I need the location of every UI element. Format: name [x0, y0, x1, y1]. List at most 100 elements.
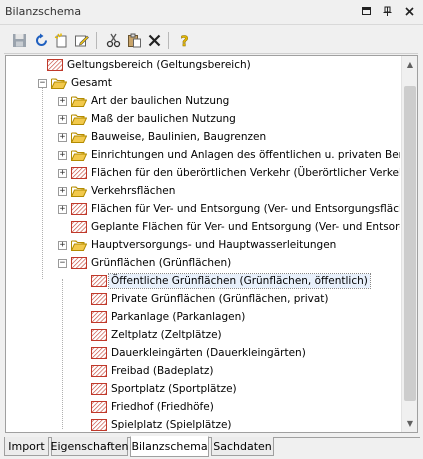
vertical-scrollbar[interactable]: ▲ ▼: [401, 56, 417, 432]
refresh-icon[interactable]: [32, 31, 50, 49]
new-icon[interactable]: [52, 31, 70, 49]
tree-node-geplante-ver-und-entsorgung[interactable]: Geplante Flächen für Ver- und Entsorgung…: [71, 218, 400, 236]
toolbar-separator: [168, 32, 169, 49]
expand-toggle[interactable]: +: [58, 97, 67, 106]
tree-node-art-der-baulichen-nutzung[interactable]: Art der baulichen Nutzung: [71, 92, 231, 110]
toolbar: ?: [4, 29, 418, 54]
tree-node-label: Freibad (Badeplatz): [111, 365, 214, 377]
cut-icon[interactable]: [104, 31, 122, 49]
tab-sachdaten[interactable]: Sachdaten: [211, 437, 274, 456]
hatched-area-icon: [91, 364, 109, 378]
tree-node-label: Spielplatz (Spielplätze): [111, 419, 232, 431]
tree-node-gesamt[interactable]: Gesamt: [51, 74, 114, 92]
svg-text:?: ?: [180, 34, 188, 48]
folder-open-icon: [51, 76, 69, 90]
tree-node-label: Parkanlage (Parkanlagen): [111, 311, 246, 323]
folder-open-icon: [71, 184, 89, 198]
tree-node-label: Gesamt: [71, 77, 112, 89]
tree-node-label: Verkehrsflächen: [91, 185, 176, 197]
hatched-area-icon: [91, 346, 109, 360]
scroll-down-icon[interactable]: ▼: [402, 415, 417, 432]
tree-node-label: Grünflächen (Grünflächen): [91, 257, 232, 269]
tree-node-einrichtungen[interactable]: Einrichtungen und Anlagen des öffentlich…: [71, 146, 400, 164]
tree-node-label: Bauweise, Baulinien, Baugrenzen: [91, 131, 267, 143]
tree-node-label: Geltungsbereich (Geltungsbereich): [67, 59, 251, 71]
expand-toggle[interactable]: +: [58, 115, 67, 124]
tree-node-label: Dauerkleingärten (Dauerkleingärten): [111, 347, 306, 359]
expand-toggle[interactable]: +: [58, 151, 67, 160]
tree-node-hauptversorgung[interactable]: Hauptversorgungs- und Hauptwasserleitung…: [71, 236, 338, 254]
title-bar: Bilanzschema: [0, 0, 423, 25]
tree-node-label: Geplante Flächen für Ver- und Entsorgung…: [91, 221, 400, 233]
tree-node-label: Maß der baulichen Nutzung: [91, 113, 236, 125]
tab-import[interactable]: Import: [4, 437, 49, 456]
tree-node-parkanlage[interactable]: Parkanlage (Parkanlagen): [91, 308, 247, 326]
collapse-toggle-gruenflaechen[interactable]: −: [58, 259, 67, 268]
window-title: Bilanzschema: [5, 5, 82, 18]
tree-node-ver-und-entsorgung[interactable]: Flächen für Ver- und Entsorgung (Ver- un…: [71, 200, 400, 218]
tree-node-zeltplatz[interactable]: Zeltplatz (Zeltplätze): [91, 326, 224, 344]
tree-node-private-gruenflaechen[interactable]: Private Grünflächen (Grünflächen, privat…: [91, 290, 331, 308]
tree-content: Geltungsbereich (Geltungsbereich) − Gesa…: [6, 56, 400, 432]
hatched-area-icon: [71, 202, 89, 216]
tree-node-bauweise[interactable]: Bauweise, Baulinien, Baugrenzen: [71, 128, 268, 146]
tree-node-dauerkleingaerten[interactable]: Dauerkleingärten (Dauerkleingärten): [91, 344, 308, 362]
scroll-thumb[interactable]: [404, 86, 416, 401]
tree-node-freibad[interactable]: Freibad (Badeplatz): [91, 362, 215, 380]
close-icon[interactable]: [402, 4, 416, 18]
tree-line: [42, 87, 43, 279]
expand-toggle[interactable]: +: [58, 187, 67, 196]
paste-icon[interactable]: [125, 31, 143, 49]
hatched-area-icon: [71, 166, 89, 180]
folder-open-icon: [71, 94, 89, 108]
hatched-area-icon: [91, 292, 109, 306]
tree-node-verkehrsflaechen[interactable]: Verkehrsflächen: [71, 182, 177, 200]
tree-node-label: Hauptversorgungs- und Hauptwasserleitung…: [91, 239, 337, 251]
bottom-tab-bar: Import Eigenschaften Bilanzschema Sachda…: [4, 436, 420, 458]
tree-node-label: Private Grünflächen (Grünflächen, privat…: [111, 293, 329, 305]
tab-eigenschaften[interactable]: Eigenschaften: [51, 437, 128, 456]
tree-node-ueberoertlicher-verkehr[interactable]: Flächen für den überörtlichen Verkehr (Ü…: [71, 164, 400, 182]
float-window-icon[interactable]: [359, 4, 373, 18]
tree-node-label: Sportplatz (Sportplätze): [111, 383, 237, 395]
expand-toggle[interactable]: +: [58, 169, 67, 178]
tree-node-label: Einrichtungen und Anlagen des öffentlich…: [91, 149, 400, 161]
tree-node-label: Art der baulichen Nutzung: [91, 95, 230, 107]
hatched-area-icon: [91, 382, 109, 396]
tab-bilanzschema[interactable]: Bilanzschema: [130, 436, 209, 457]
expand-toggle[interactable]: +: [58, 205, 67, 214]
pin-icon[interactable]: [380, 4, 394, 18]
save-icon[interactable]: [10, 31, 28, 49]
tree-line: [62, 279, 63, 429]
folder-open-icon: [71, 148, 89, 162]
tree-node-spielplatz[interactable]: Spielplatz (Spielplätze): [91, 416, 234, 432]
collapse-toggle-gesamt[interactable]: −: [38, 79, 47, 88]
hatched-area-icon: [91, 310, 109, 324]
expand-toggle[interactable]: +: [58, 133, 67, 142]
tree-node-sportplatz[interactable]: Sportplatz (Sportplätze): [91, 380, 239, 398]
tree-node-gruenflaechen[interactable]: Grünflächen (Grünflächen): [71, 254, 233, 272]
hatched-area-icon: [91, 400, 109, 414]
delete-icon[interactable]: [145, 31, 163, 49]
tree-node-label: Öffentliche Grünflächen (Grünflächen, öf…: [108, 273, 371, 289]
tree-node-oeffentliche-gruenflaechen[interactable]: Öffentliche Grünflächen (Grünflächen, öf…: [91, 272, 371, 290]
tree-node-label: Zeltplatz (Zeltplätze): [111, 329, 222, 341]
tree-node-label: Flächen für Ver- und Entsorgung (Ver- un…: [91, 203, 400, 215]
folder-open-icon: [71, 238, 89, 252]
tree-node-geltungsbereich[interactable]: Geltungsbereich (Geltungsbereich): [47, 56, 253, 74]
expand-toggle[interactable]: +: [58, 241, 67, 250]
toolbar-separator: [96, 32, 97, 49]
scroll-up-icon[interactable]: ▲: [402, 56, 417, 73]
bilanzschema-tree[interactable]: Geltungsbereich (Geltungsbereich) − Gesa…: [5, 55, 418, 433]
help-icon[interactable]: ?: [175, 31, 193, 49]
tree-node-label: Flächen für den überörtlichen Verkehr (Ü…: [91, 167, 400, 179]
hatched-area-icon: [71, 220, 89, 234]
hatched-area-icon: [91, 328, 109, 342]
tree-node-label: Friedhof (Friedhöfe): [111, 401, 214, 413]
folder-open-icon: [71, 112, 89, 126]
hatched-area-icon: [91, 274, 109, 288]
tree-node-mass-der-baulichen-nutzung[interactable]: Maß der baulichen Nutzung: [71, 110, 238, 128]
tree-node-friedhof[interactable]: Friedhof (Friedhöfe): [91, 398, 216, 416]
hatched-area-icon: [91, 418, 109, 432]
edit-icon[interactable]: [72, 31, 90, 49]
